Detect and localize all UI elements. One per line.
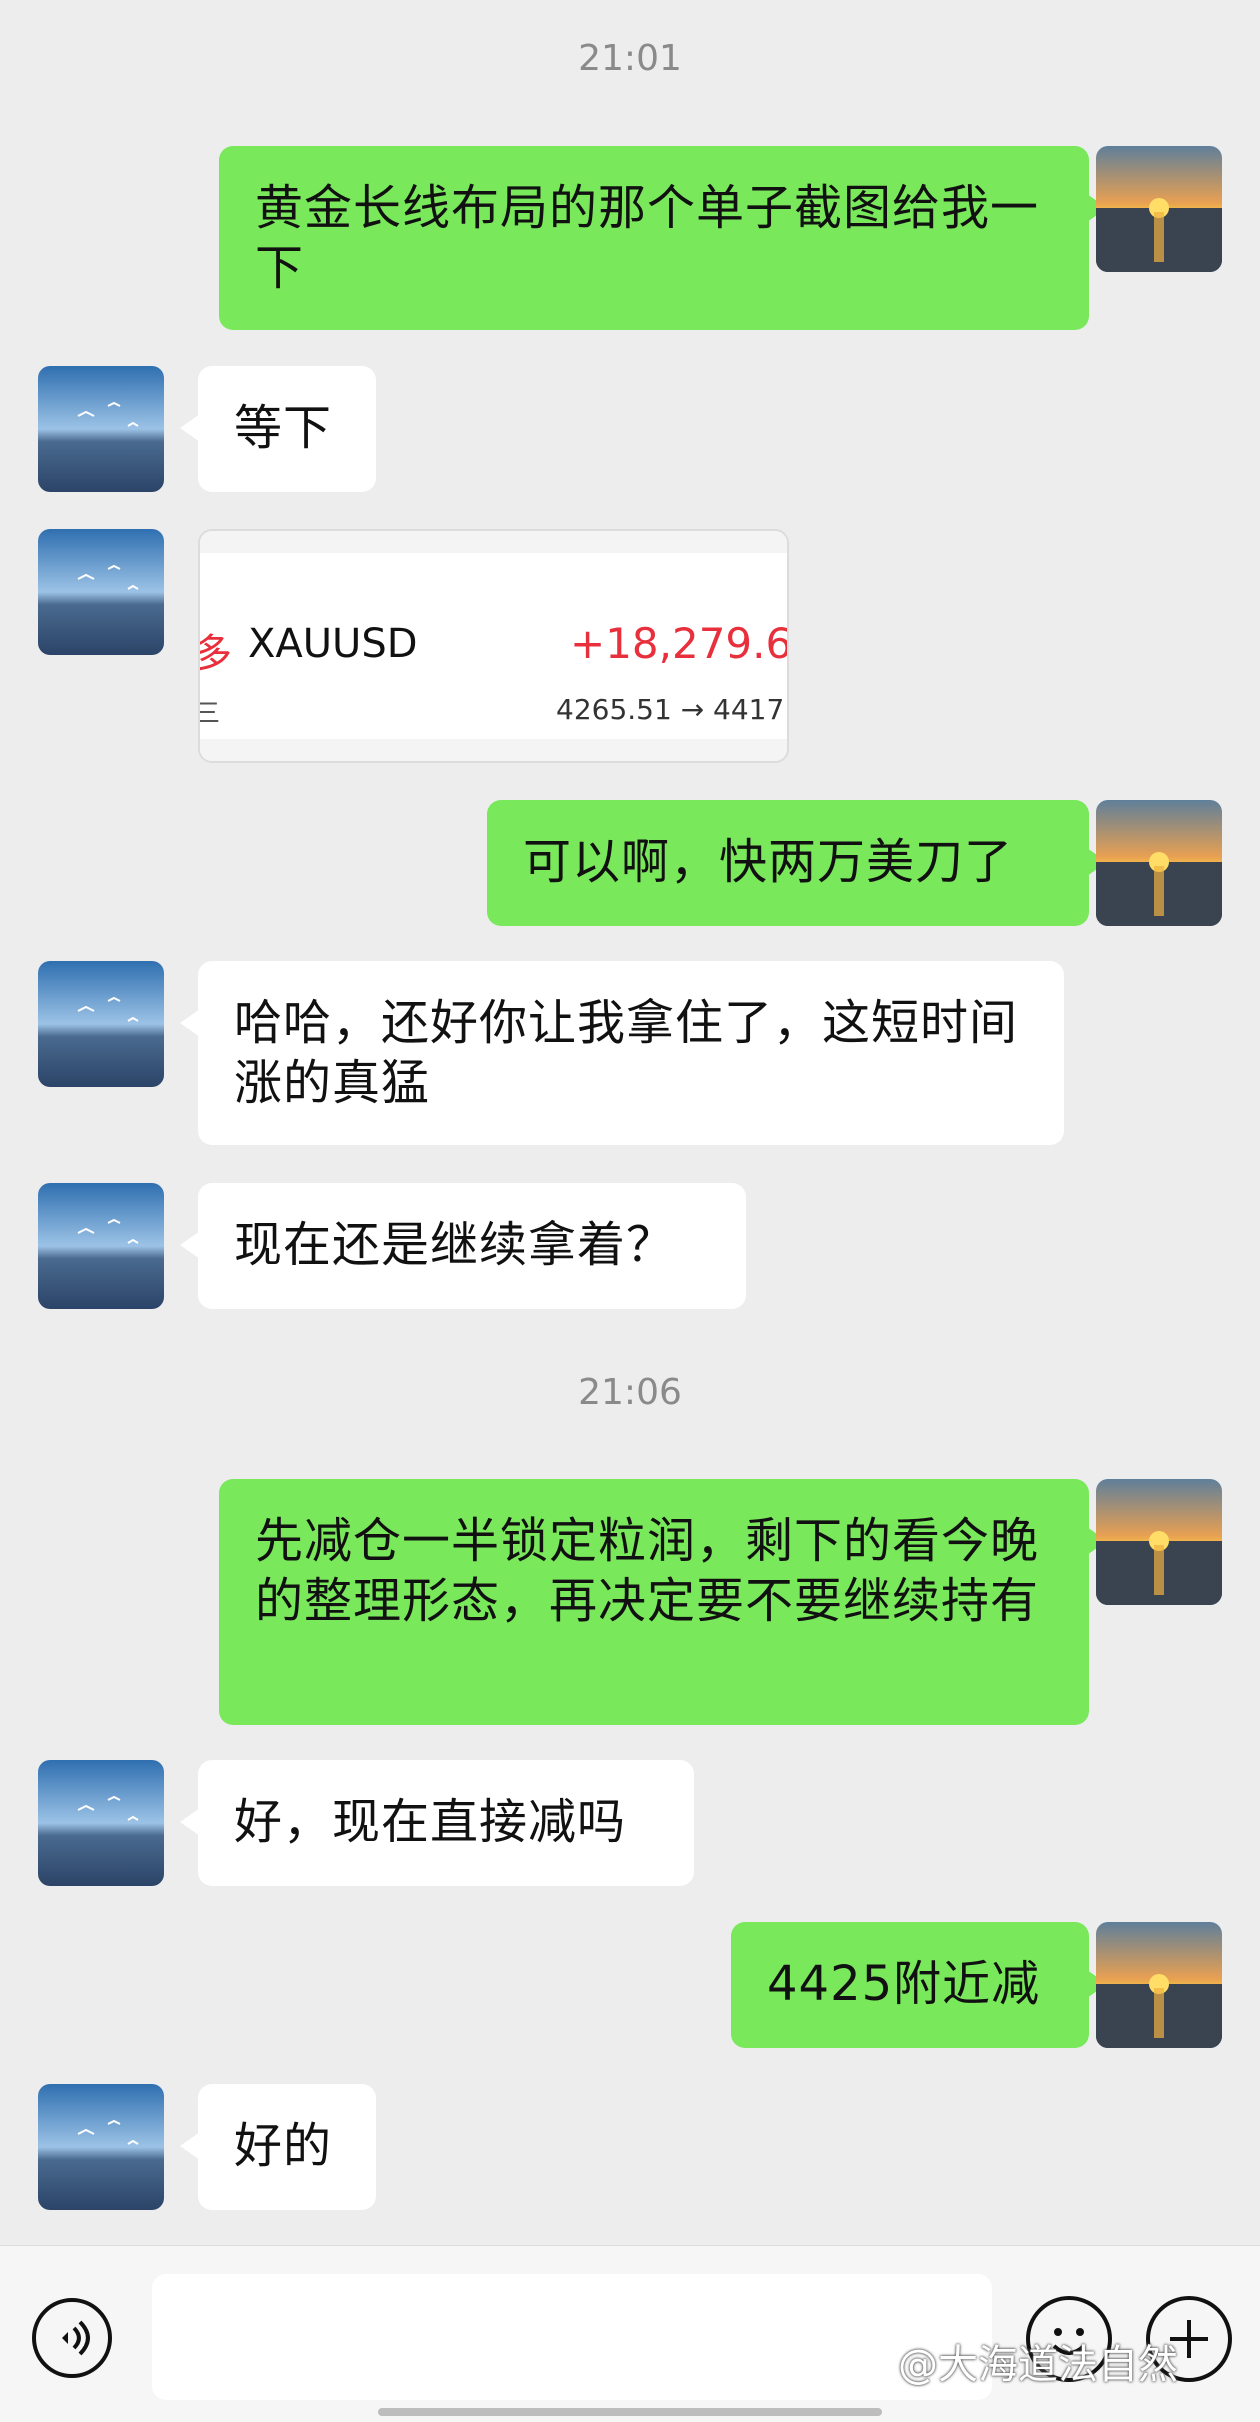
sunset-avatar-icon: [1096, 1479, 1222, 1605]
message-input[interactable]: [152, 2274, 992, 2400]
timestamp: 21:01: [578, 38, 682, 79]
message-bubble-sent[interactable]: 4425附近减: [731, 1922, 1107, 2048]
chat-area[interactable]: 21:01 黄金长线布局的那个单子截图给我一下 等下 多: [0, 0, 1260, 2245]
trade-symbol: XAUUSD: [248, 621, 418, 667]
message-bubble-sent[interactable]: 可以啊，快两万美刀了: [487, 800, 1107, 926]
message-bubble-received[interactable]: 好，现在直接减吗: [180, 1760, 694, 1886]
voice-icon[interactable]: [32, 2298, 112, 2378]
trade-screenshot-image[interactable]: 多 XAUUSD +18,279.60 三 4265.51 → 4417.: [198, 529, 789, 763]
input-bar: @大海道法自然: [0, 2245, 1260, 2422]
message-text: 黄金长线布局的那个单子截图给我一下: [255, 180, 1040, 296]
message-text: 等下: [234, 400, 333, 456]
seagulls-avatar-icon: [38, 961, 164, 1087]
seagulls-avatar-icon: [38, 2084, 164, 2210]
watermark: @大海道法自然: [898, 2342, 1178, 2388]
contact-avatar[interactable]: [38, 1760, 164, 1886]
my-avatar[interactable]: [1096, 1922, 1222, 2048]
message-text: 哈哈，还好你让我拿住了，这短时间涨的真猛: [234, 995, 1019, 1111]
message-text: 可以啊，快两万美刀了: [523, 834, 1014, 890]
message-bubble-received[interactable]: 好的: [180, 2084, 376, 2210]
card-body: 多 XAUUSD +18,279.60 三 4265.51 → 4417.: [200, 553, 787, 743]
message-text: 好，现在直接减吗: [234, 1794, 627, 1850]
home-indicator[interactable]: [378, 2408, 882, 2416]
my-avatar[interactable]: [1096, 1479, 1222, 1605]
contact-avatar[interactable]: [38, 529, 164, 655]
card-top-strip: [200, 531, 787, 553]
message-text: 先减仓一半锁定粒润，剩下的看今晚的整理形态，再决定要不要继续持有: [255, 1513, 1040, 1629]
message-bubble-sent[interactable]: 先减仓一半锁定粒润，剩下的看今晚的整理形态，再决定要不要继续持有: [219, 1479, 1107, 1725]
card-bottom-strip: [200, 739, 787, 761]
sunset-avatar-icon: [1096, 800, 1222, 926]
seagulls-avatar-icon: [38, 1183, 164, 1309]
my-avatar[interactable]: [1096, 146, 1222, 272]
message-bubble-received[interactable]: 等下: [180, 366, 376, 492]
seagulls-avatar-icon: [38, 1760, 164, 1886]
seagulls-avatar-icon: [38, 366, 164, 492]
sunset-avatar-icon: [1096, 146, 1222, 272]
trade-price-range: 4265.51 → 4417.: [556, 693, 789, 726]
trade-left-mark: 三: [200, 693, 220, 730]
contact-avatar[interactable]: [38, 366, 164, 492]
trade-direction: 多: [200, 621, 232, 679]
seagulls-avatar-icon: [38, 529, 164, 655]
message-text: 4425附近减: [767, 1956, 1041, 2012]
message-bubble-received[interactable]: 哈哈，还好你让我拿住了，这短时间涨的真猛: [180, 961, 1064, 1145]
message-text: 好的: [234, 2118, 333, 2174]
message-bubble-sent[interactable]: 黄金长线布局的那个单子截图给我一下: [219, 146, 1107, 330]
message-bubble-received[interactable]: 现在还是继续拿着？: [180, 1183, 746, 1309]
message-text: 现在还是继续拿着？: [234, 1217, 676, 1273]
contact-avatar[interactable]: [38, 2084, 164, 2210]
trade-profit: +18,279.60: [570, 619, 787, 668]
timestamp: 21:06: [578, 1372, 682, 1413]
voice-wave-icon: [62, 2320, 90, 2356]
contact-avatar[interactable]: [38, 1183, 164, 1309]
my-avatar[interactable]: [1096, 800, 1222, 926]
sunset-avatar-icon: [1096, 1922, 1222, 2048]
contact-avatar[interactable]: [38, 961, 164, 1087]
